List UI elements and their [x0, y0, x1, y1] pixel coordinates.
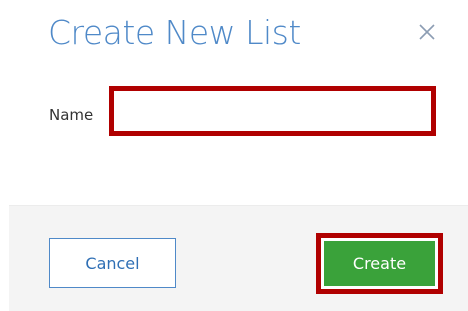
- close-icon[interactable]: [416, 21, 438, 43]
- create-button-highlight: Create: [316, 233, 443, 294]
- name-input[interactable]: [109, 86, 436, 136]
- create-list-dialog: Create New List Name Cancel Create: [0, 0, 468, 311]
- name-label: Name: [49, 106, 94, 124]
- dialog-title: Create New List: [48, 13, 301, 52]
- create-button[interactable]: Create: [324, 241, 435, 286]
- cancel-button[interactable]: Cancel: [49, 238, 176, 288]
